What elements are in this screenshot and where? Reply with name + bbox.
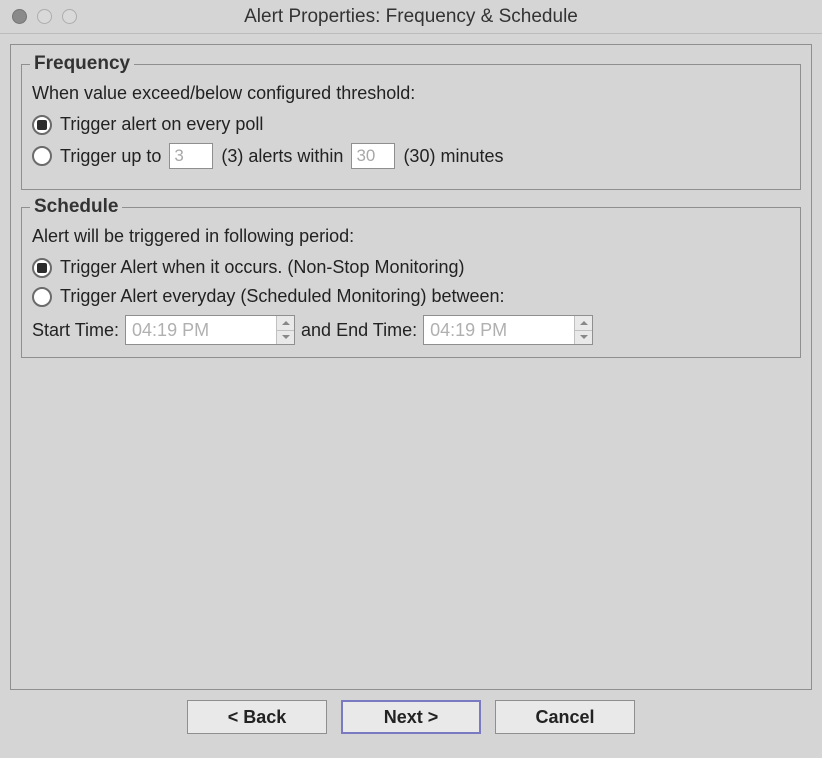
frequency-option2-mid: (3) alerts within [221, 146, 343, 167]
close-icon[interactable] [12, 9, 27, 24]
within-minutes-input[interactable] [351, 143, 395, 169]
chevron-up-icon [580, 321, 588, 325]
schedule-group: Schedule Alert will be triggered in foll… [21, 196, 801, 358]
start-time-up-button[interactable] [277, 316, 294, 331]
traffic-lights [0, 9, 77, 24]
start-time-spinner-buttons [276, 316, 294, 344]
zoom-icon[interactable] [62, 9, 77, 24]
schedule-option2-label: Trigger Alert everyday (Scheduled Monito… [60, 286, 505, 307]
alerts-count-input[interactable] [169, 143, 213, 169]
schedule-option-nonstop[interactable]: Trigger Alert when it occurs. (Non-Stop … [32, 257, 790, 278]
start-time-input[interactable] [126, 316, 276, 344]
start-time-label: Start Time: [32, 320, 119, 341]
schedule-option1-label: Trigger Alert when it occurs. (Non-Stop … [60, 257, 465, 278]
frequency-legend: Frequency [30, 53, 134, 75]
end-time-spinner[interactable] [423, 315, 593, 345]
back-button[interactable]: < Back [187, 700, 327, 734]
chevron-down-icon [282, 335, 290, 339]
frequency-option-every-poll[interactable]: Trigger alert on every poll [32, 114, 790, 135]
start-time-spinner[interactable] [125, 315, 295, 345]
frequency-option2-prefix: Trigger up to [60, 146, 161, 167]
end-time-down-button[interactable] [575, 331, 592, 345]
minimize-icon[interactable] [37, 9, 52, 24]
content-area: Frequency When value exceed/below config… [0, 34, 822, 758]
start-time-down-button[interactable] [277, 331, 294, 345]
end-time-label: and End Time: [301, 320, 417, 341]
radio-icon[interactable] [32, 115, 52, 135]
frequency-option-up-to[interactable]: Trigger up to (3) alerts within (30) min… [32, 143, 790, 169]
frequency-option2-suffix: (30) minutes [403, 146, 503, 167]
cancel-button[interactable]: Cancel [495, 700, 635, 734]
window-title: Alert Properties: Frequency & Schedule [244, 6, 578, 28]
radio-icon[interactable] [32, 146, 52, 166]
frequency-group: Frequency When value exceed/below config… [21, 53, 801, 190]
frequency-description: When value exceed/below configured thres… [32, 83, 790, 104]
end-time-spinner-buttons [574, 316, 592, 344]
inner-panel: Frequency When value exceed/below config… [10, 44, 812, 690]
schedule-legend: Schedule [30, 196, 122, 218]
schedule-option-scheduled[interactable]: Trigger Alert everyday (Scheduled Monito… [32, 286, 790, 307]
schedule-description: Alert will be triggered in following per… [32, 226, 790, 247]
end-time-up-button[interactable] [575, 316, 592, 331]
chevron-up-icon [282, 321, 290, 325]
radio-icon[interactable] [32, 287, 52, 307]
frequency-option1-label: Trigger alert on every poll [60, 114, 263, 135]
time-range-row: Start Time: and End Time: [32, 315, 790, 345]
radio-icon[interactable] [32, 258, 52, 278]
button-bar: < Back Next > Cancel [10, 690, 812, 748]
window: Alert Properties: Frequency & Schedule F… [0, 0, 822, 758]
chevron-down-icon [580, 335, 588, 339]
end-time-input[interactable] [424, 316, 574, 344]
titlebar: Alert Properties: Frequency & Schedule [0, 0, 822, 34]
spacer [21, 364, 801, 681]
next-button[interactable]: Next > [341, 700, 481, 734]
